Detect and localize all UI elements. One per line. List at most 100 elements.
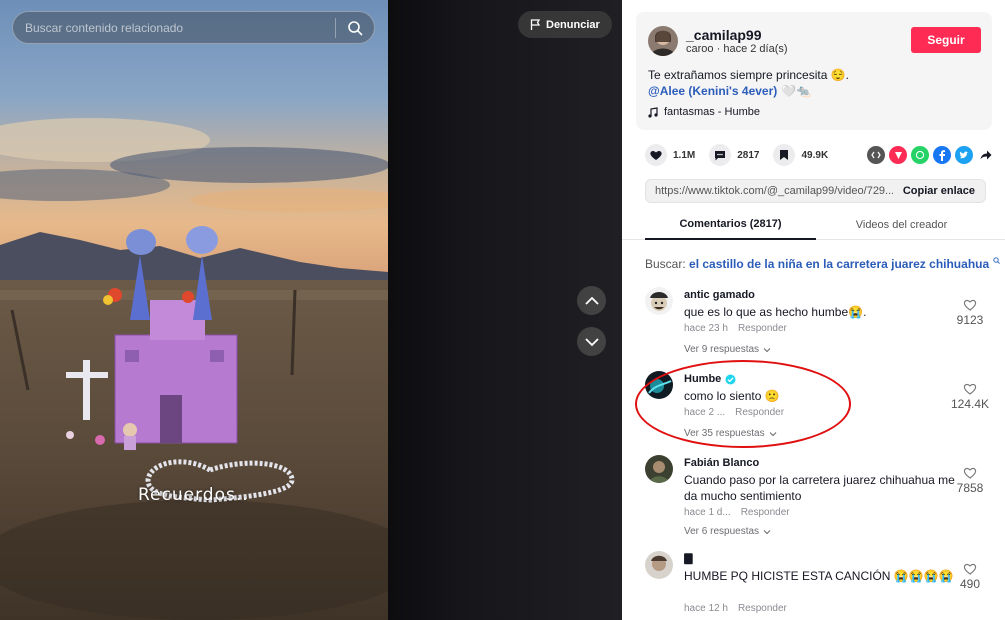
- author-nickname: caroo: [686, 43, 714, 55]
- panel-tabs: Comentarios (2817) Videos del creador: [622, 210, 1005, 240]
- music-link[interactable]: fantasmas - Humbe: [648, 106, 760, 118]
- comment-username[interactable]: Fabián Blanco: [684, 457, 759, 469]
- whatsapp-icon[interactable]: [911, 146, 929, 164]
- view-replies-label: Ver 35 respuestas: [684, 428, 765, 439]
- comment-bubble-icon: [709, 144, 732, 166]
- comment-time: hace 23 h: [684, 323, 728, 334]
- comment-avatar[interactable]: [645, 371, 673, 399]
- comment-meta: hace 1 d... Responder: [684, 507, 790, 518]
- view-replies-button[interactable]: Ver 35 respuestas: [684, 428, 777, 439]
- comment-like-count: 490: [959, 577, 981, 591]
- search-suggestion: Buscar: el castillo de la niña en la car…: [645, 257, 1000, 271]
- follow-button[interactable]: Seguir: [911, 27, 981, 53]
- search-suggestion-term[interactable]: el castillo de la niña en la carretera j…: [689, 257, 989, 271]
- comment-username[interactable]: 🀫: [684, 553, 693, 566]
- comment-avatar[interactable]: [645, 455, 673, 483]
- reply-button[interactable]: Responder: [738, 603, 787, 614]
- video-frame[interactable]: [0, 0, 388, 620]
- reply-button[interactable]: Responder: [741, 507, 790, 518]
- chevron-down-icon: [763, 347, 771, 352]
- comment-text: como lo siento 🙁: [684, 389, 780, 403]
- view-replies-label: Ver 9 respuestas: [684, 344, 760, 355]
- comment-like-count: 9123: [956, 313, 984, 327]
- flag-icon: [530, 18, 541, 30]
- reply-button[interactable]: Responder: [738, 323, 787, 334]
- chevron-up-icon: [584, 296, 599, 305]
- verified-badge-icon: [725, 374, 736, 384]
- next-video-button[interactable]: [577, 327, 606, 356]
- like-count: 1.1M: [673, 149, 696, 161]
- comment-meta: hace 2 ... Responder: [684, 407, 784, 418]
- heart-outline-icon: [963, 299, 977, 311]
- comment-like-button[interactable]: 490: [945, 563, 995, 591]
- music-note-icon: [648, 106, 658, 118]
- share-icons: [867, 146, 995, 164]
- save-button[interactable]: 49.9K: [773, 144, 828, 166]
- comment-avatar-image: [645, 287, 673, 315]
- related-search-input[interactable]: [13, 20, 335, 35]
- caption-emojis: 🤍🐀: [781, 84, 812, 98]
- comment-text: que es lo que as hecho humbe😭.: [684, 305, 867, 319]
- comment-avatar[interactable]: [645, 287, 673, 315]
- report-button[interactable]: Denunciar: [518, 11, 612, 38]
- video-scene-image: [0, 0, 388, 620]
- author-avatar-image: [648, 26, 678, 56]
- reply-button[interactable]: Responder: [735, 407, 784, 418]
- author-username[interactable]: _camilap99: [686, 27, 762, 43]
- comment-username[interactable]: antic gamado: [684, 289, 755, 301]
- heart-icon: [645, 144, 667, 166]
- tab-comments[interactable]: Comentarios (2817): [645, 210, 816, 240]
- comment-meta: hace 23 h Responder: [684, 323, 787, 334]
- comment-username[interactable]: Humbe: [684, 373, 721, 385]
- copy-link-button[interactable]: Copiar enlace: [893, 185, 985, 197]
- chevron-down-icon: [763, 529, 771, 534]
- comment-like-button[interactable]: 7858: [945, 467, 995, 495]
- comment-text: Cuando paso por la carretera juarez chih…: [684, 473, 955, 503]
- video-overlay-text: Recuerdos..: [138, 485, 249, 505]
- previous-video-button[interactable]: [577, 286, 606, 315]
- comment-username-row: Humbe: [684, 373, 736, 385]
- caption-mention-line: @Alee (Kenini's 4ever) 🤍🐀: [648, 84, 811, 98]
- author-subline: caroo · hace 2 día(s): [686, 43, 788, 55]
- search-button[interactable]: [336, 11, 374, 44]
- save-count: 49.9K: [801, 149, 829, 161]
- comment-text: HUMBE PQ HICISTE ESTA CANCIÓN 😭😭😭😭: [684, 569, 954, 583]
- post-time: hace 2 día(s): [723, 43, 788, 55]
- comment-like-count: 124.4K: [950, 397, 990, 411]
- view-replies-button[interactable]: Ver 6 respuestas: [684, 526, 771, 537]
- search-icon: [348, 20, 363, 35]
- video-link-box: https://www.tiktok.com/@_camilap99/video…: [645, 179, 986, 203]
- comment-like-button[interactable]: 9123: [945, 299, 995, 327]
- comment-avatar-image: [645, 371, 673, 399]
- comment-like-button[interactable]: 124.4K: [945, 383, 995, 411]
- view-replies-label: Ver 6 respuestas: [684, 526, 760, 537]
- mention-link[interactable]: @Alee (Kenini's 4ever): [648, 84, 777, 98]
- video-details-panel: _camilap99 caroo · hace 2 día(s) Seguir …: [622, 0, 1005, 620]
- comment-like-count: 7858: [956, 481, 984, 495]
- small-search-icon: [992, 257, 1000, 264]
- comment-count: 2817: [737, 149, 760, 161]
- embed-icon[interactable]: [867, 146, 885, 164]
- comment-avatar-image: [645, 455, 673, 483]
- heart-outline-icon: [963, 467, 977, 479]
- share-arrow-icon[interactable]: [977, 146, 995, 164]
- video-player[interactable]: Denunciar Recuerdos..: [0, 0, 622, 620]
- comment-time: hace 2 ...: [684, 407, 726, 418]
- chevron-down-icon: [769, 431, 776, 436]
- twitter-icon[interactable]: [955, 146, 973, 164]
- facebook-icon[interactable]: [933, 146, 951, 164]
- tiktok-friends-icon[interactable]: [889, 146, 907, 164]
- like-button[interactable]: 1.1M: [645, 144, 695, 166]
- comment-button[interactable]: 2817: [709, 144, 759, 166]
- bookmark-icon: [773, 144, 796, 166]
- comment-time: hace 12 h: [684, 603, 728, 614]
- author-card: _camilap99 caroo · hace 2 día(s) Seguir …: [636, 12, 992, 130]
- comment-avatar[interactable]: [645, 551, 673, 579]
- video-url[interactable]: https://www.tiktok.com/@_camilap99/video…: [646, 185, 893, 197]
- tab-creator-videos[interactable]: Videos del creador: [816, 210, 987, 240]
- author-avatar[interactable]: [648, 26, 678, 56]
- heart-outline-icon: [963, 383, 977, 395]
- view-replies-button[interactable]: Ver 9 respuestas: [684, 344, 771, 355]
- related-search-bar: [12, 11, 375, 44]
- heart-outline-icon: [963, 563, 977, 575]
